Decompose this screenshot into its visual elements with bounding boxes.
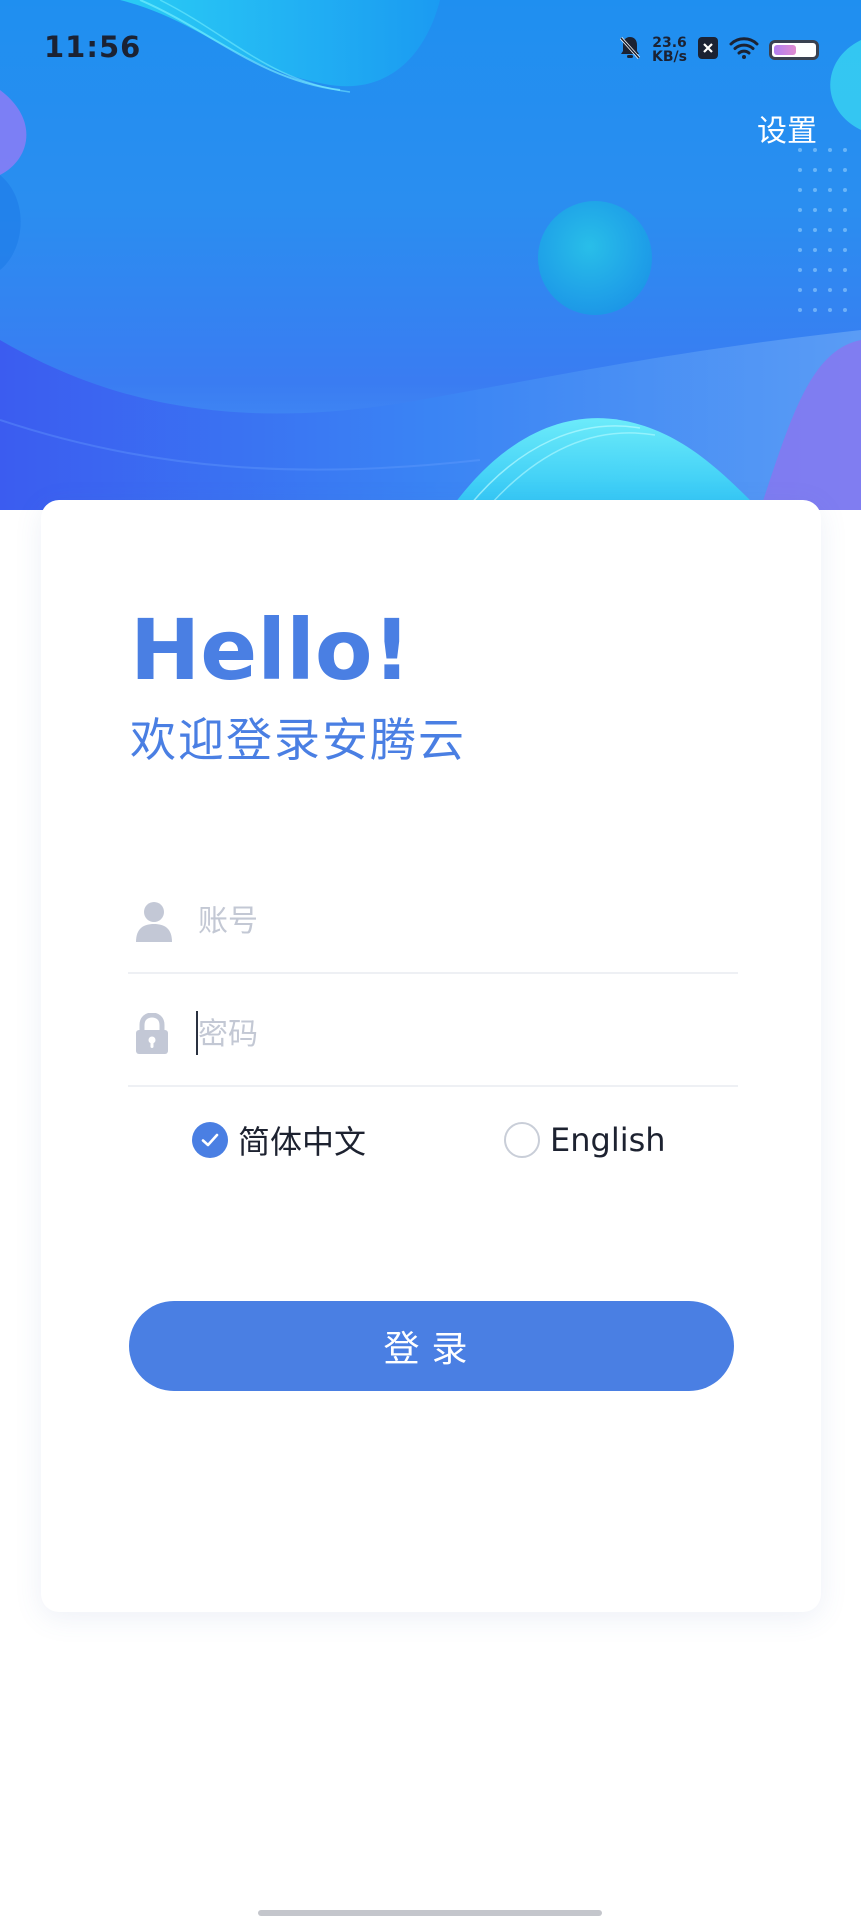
radio-unchecked-icon[interactable]: [504, 1122, 540, 1158]
net-speed-unit: KB/s: [652, 49, 687, 65]
battery-level: [774, 45, 796, 55]
notification-x-icon: [697, 36, 719, 64]
status-icons: 23.6 KB/s: [618, 34, 819, 66]
status-time: 11:56: [44, 30, 142, 64]
account-input[interactable]: [196, 890, 720, 952]
radio-checked-icon[interactable]: [192, 1122, 228, 1158]
lang-label-english: English: [550, 1121, 666, 1159]
greeting-title: Hello!: [130, 601, 411, 699]
status-bar: 11:56 23.6 KB/s: [0, 0, 861, 100]
lock-icon: [134, 1012, 170, 1059]
user-icon: [134, 900, 174, 946]
battery-icon: [769, 40, 819, 60]
settings-link[interactable]: 设置: [757, 106, 817, 150]
bell-muted-icon: [618, 35, 642, 65]
password-field[interactable]: [128, 975, 738, 1087]
login-button[interactable]: 登录: [129, 1301, 734, 1391]
account-field[interactable]: [128, 862, 738, 974]
lang-label-chinese: 简体中文: [238, 1123, 367, 1161]
wifi-icon: [729, 36, 759, 64]
home-indicator: [258, 1910, 602, 1916]
lang-option-english[interactable]: English: [504, 1116, 666, 1164]
greeting-subtitle: 欢迎登录安腾云: [130, 713, 466, 767]
net-speed: 23.6 KB/s: [652, 36, 687, 64]
net-speed-value: 23.6: [652, 35, 687, 51]
password-input[interactable]: [196, 1003, 720, 1065]
lang-option-chinese[interactable]: 简体中文: [192, 1116, 366, 1164]
